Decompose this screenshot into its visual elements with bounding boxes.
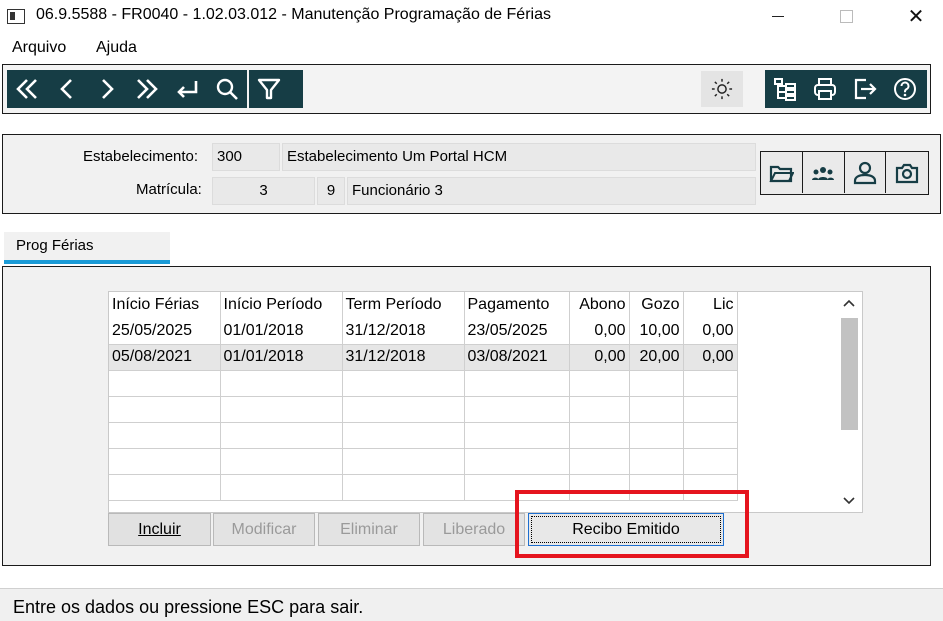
title-bar: 06.9.5588 - FR0040 - 1.02.03.012 - Manut… — [0, 0, 943, 32]
table-cell: 03/08/2021 — [464, 344, 570, 371]
scroll-thumb[interactable] — [841, 318, 858, 430]
previous-icon[interactable] — [47, 70, 87, 108]
scroll-down-icon[interactable] — [836, 490, 862, 512]
table-cell: 01/01/2018 — [220, 318, 343, 345]
person-icon[interactable] — [845, 152, 887, 193]
menu-bar: Arquivo Ajuda — [0, 34, 943, 62]
empty-row[interactable] — [109, 396, 738, 423]
empty-row[interactable] — [109, 422, 738, 449]
first-record-icon[interactable] — [7, 70, 47, 108]
column-header[interactable]: Lic — [683, 292, 738, 318]
print-icon[interactable] — [805, 70, 845, 108]
matricula-digit-field: 9 — [317, 177, 345, 205]
table-cell: 01/01/2018 — [220, 344, 343, 371]
column-header[interactable]: Início Férias — [109, 292, 221, 318]
grid-header-row: Início Férias Início Período Term Períod… — [109, 292, 738, 318]
table-cell: 0,00 — [569, 344, 630, 371]
table-cell: 31/12/2018 — [342, 318, 465, 345]
table-cell: 23/05/2025 — [464, 318, 570, 345]
table-cell: 31/12/2018 — [342, 344, 465, 371]
modificar-label: Modificar — [231, 520, 297, 538]
menu-arquivo[interactable]: Arquivo — [12, 39, 66, 57]
help-icon[interactable] — [885, 70, 925, 108]
tree-icon[interactable] — [765, 70, 805, 108]
app-icon — [7, 9, 25, 24]
menu-ajuda[interactable]: Ajuda — [96, 39, 137, 57]
main-panel: Início Férias Início Período Term Períod… — [2, 266, 931, 566]
empty-row[interactable] — [109, 370, 738, 397]
table-cell: 20,00 — [629, 344, 684, 371]
search-icon[interactable] — [207, 70, 247, 108]
maximize-button[interactable] — [823, 0, 869, 32]
highlight-annotation — [515, 490, 749, 558]
ferias-grid[interactable]: Início Férias Início Período Term Períod… — [108, 291, 863, 513]
liberado-button[interactable]: Liberado — [423, 513, 525, 546]
estabelecimento-label: Estabelecimento: — [83, 148, 199, 165]
toolbar — [2, 64, 931, 114]
table-row-selected[interactable]: 05/08/2021 01/01/2018 31/12/2018 03/08/2… — [109, 344, 738, 371]
folder-icon[interactable] — [761, 152, 803, 193]
tab-label: Prog Férias — [16, 237, 94, 254]
filter-icon[interactable] — [249, 70, 289, 108]
group-icon[interactable] — [803, 152, 845, 193]
sun-icon[interactable] — [701, 71, 743, 107]
next-icon[interactable] — [87, 70, 127, 108]
header-actions — [760, 151, 929, 195]
column-header[interactable]: Term Período — [342, 292, 465, 318]
vertical-scrollbar[interactable] — [836, 292, 862, 512]
liberado-label: Liberado — [442, 520, 506, 538]
status-bar: Entre os dados ou pressione ESC para sai… — [0, 588, 943, 621]
column-header[interactable]: Início Período — [220, 292, 343, 318]
ferias-table: Início Férias Início Período Term Períod… — [109, 292, 738, 501]
eliminar-button[interactable]: Eliminar — [318, 513, 420, 546]
column-header[interactable]: Abono — [569, 292, 630, 318]
estabelecimento-code-field[interactable]: 300 — [212, 143, 280, 171]
window-title: 06.9.5588 - FR0040 - 1.02.03.012 - Manut… — [36, 6, 551, 23]
column-header[interactable]: Pagamento — [464, 292, 570, 318]
matricula-field[interactable]: 3 — [212, 177, 315, 205]
estabelecimento-name-field: Estabelecimento Um Portal HCM — [282, 143, 756, 171]
goto-icon[interactable] — [167, 70, 207, 108]
minimize-button[interactable] — [755, 0, 801, 32]
actions-group — [765, 70, 927, 108]
table-cell: 0,00 — [569, 318, 630, 345]
table-cell: 0,00 — [683, 318, 738, 345]
empty-row[interactable] — [109, 448, 738, 475]
last-record-icon[interactable] — [127, 70, 167, 108]
table-cell: 05/08/2021 — [109, 344, 221, 371]
table-cell: 25/05/2025 — [109, 318, 221, 345]
table-cell: 10,00 — [629, 318, 684, 345]
tab-prog-ferias[interactable]: Prog Férias — [4, 232, 170, 264]
table-row[interactable]: 25/05/2025 01/01/2018 31/12/2018 23/05/2… — [109, 318, 738, 345]
incluir-button[interactable]: Incluir — [108, 513, 211, 546]
column-header[interactable]: Gozo — [629, 292, 684, 318]
status-text: Entre os dados ou pressione ESC para sai… — [13, 597, 364, 617]
navigation-group — [7, 70, 303, 108]
camera-icon[interactable] — [886, 152, 928, 193]
matricula-label: Matrícula: — [136, 181, 202, 198]
funcionario-name-field: Funcionário 3 — [347, 177, 756, 205]
eliminar-label: Eliminar — [340, 520, 398, 538]
scroll-up-icon[interactable] — [836, 292, 862, 314]
header-panel: Estabelecimento: 300 Estabelecimento Um … — [2, 134, 941, 214]
table-cell: 0,00 — [683, 344, 738, 371]
exit-icon[interactable] — [845, 70, 885, 108]
close-button[interactable]: ✕ — [893, 0, 939, 32]
incluir-label: Incluir — [138, 520, 181, 538]
modificar-button[interactable]: Modificar — [213, 513, 315, 546]
